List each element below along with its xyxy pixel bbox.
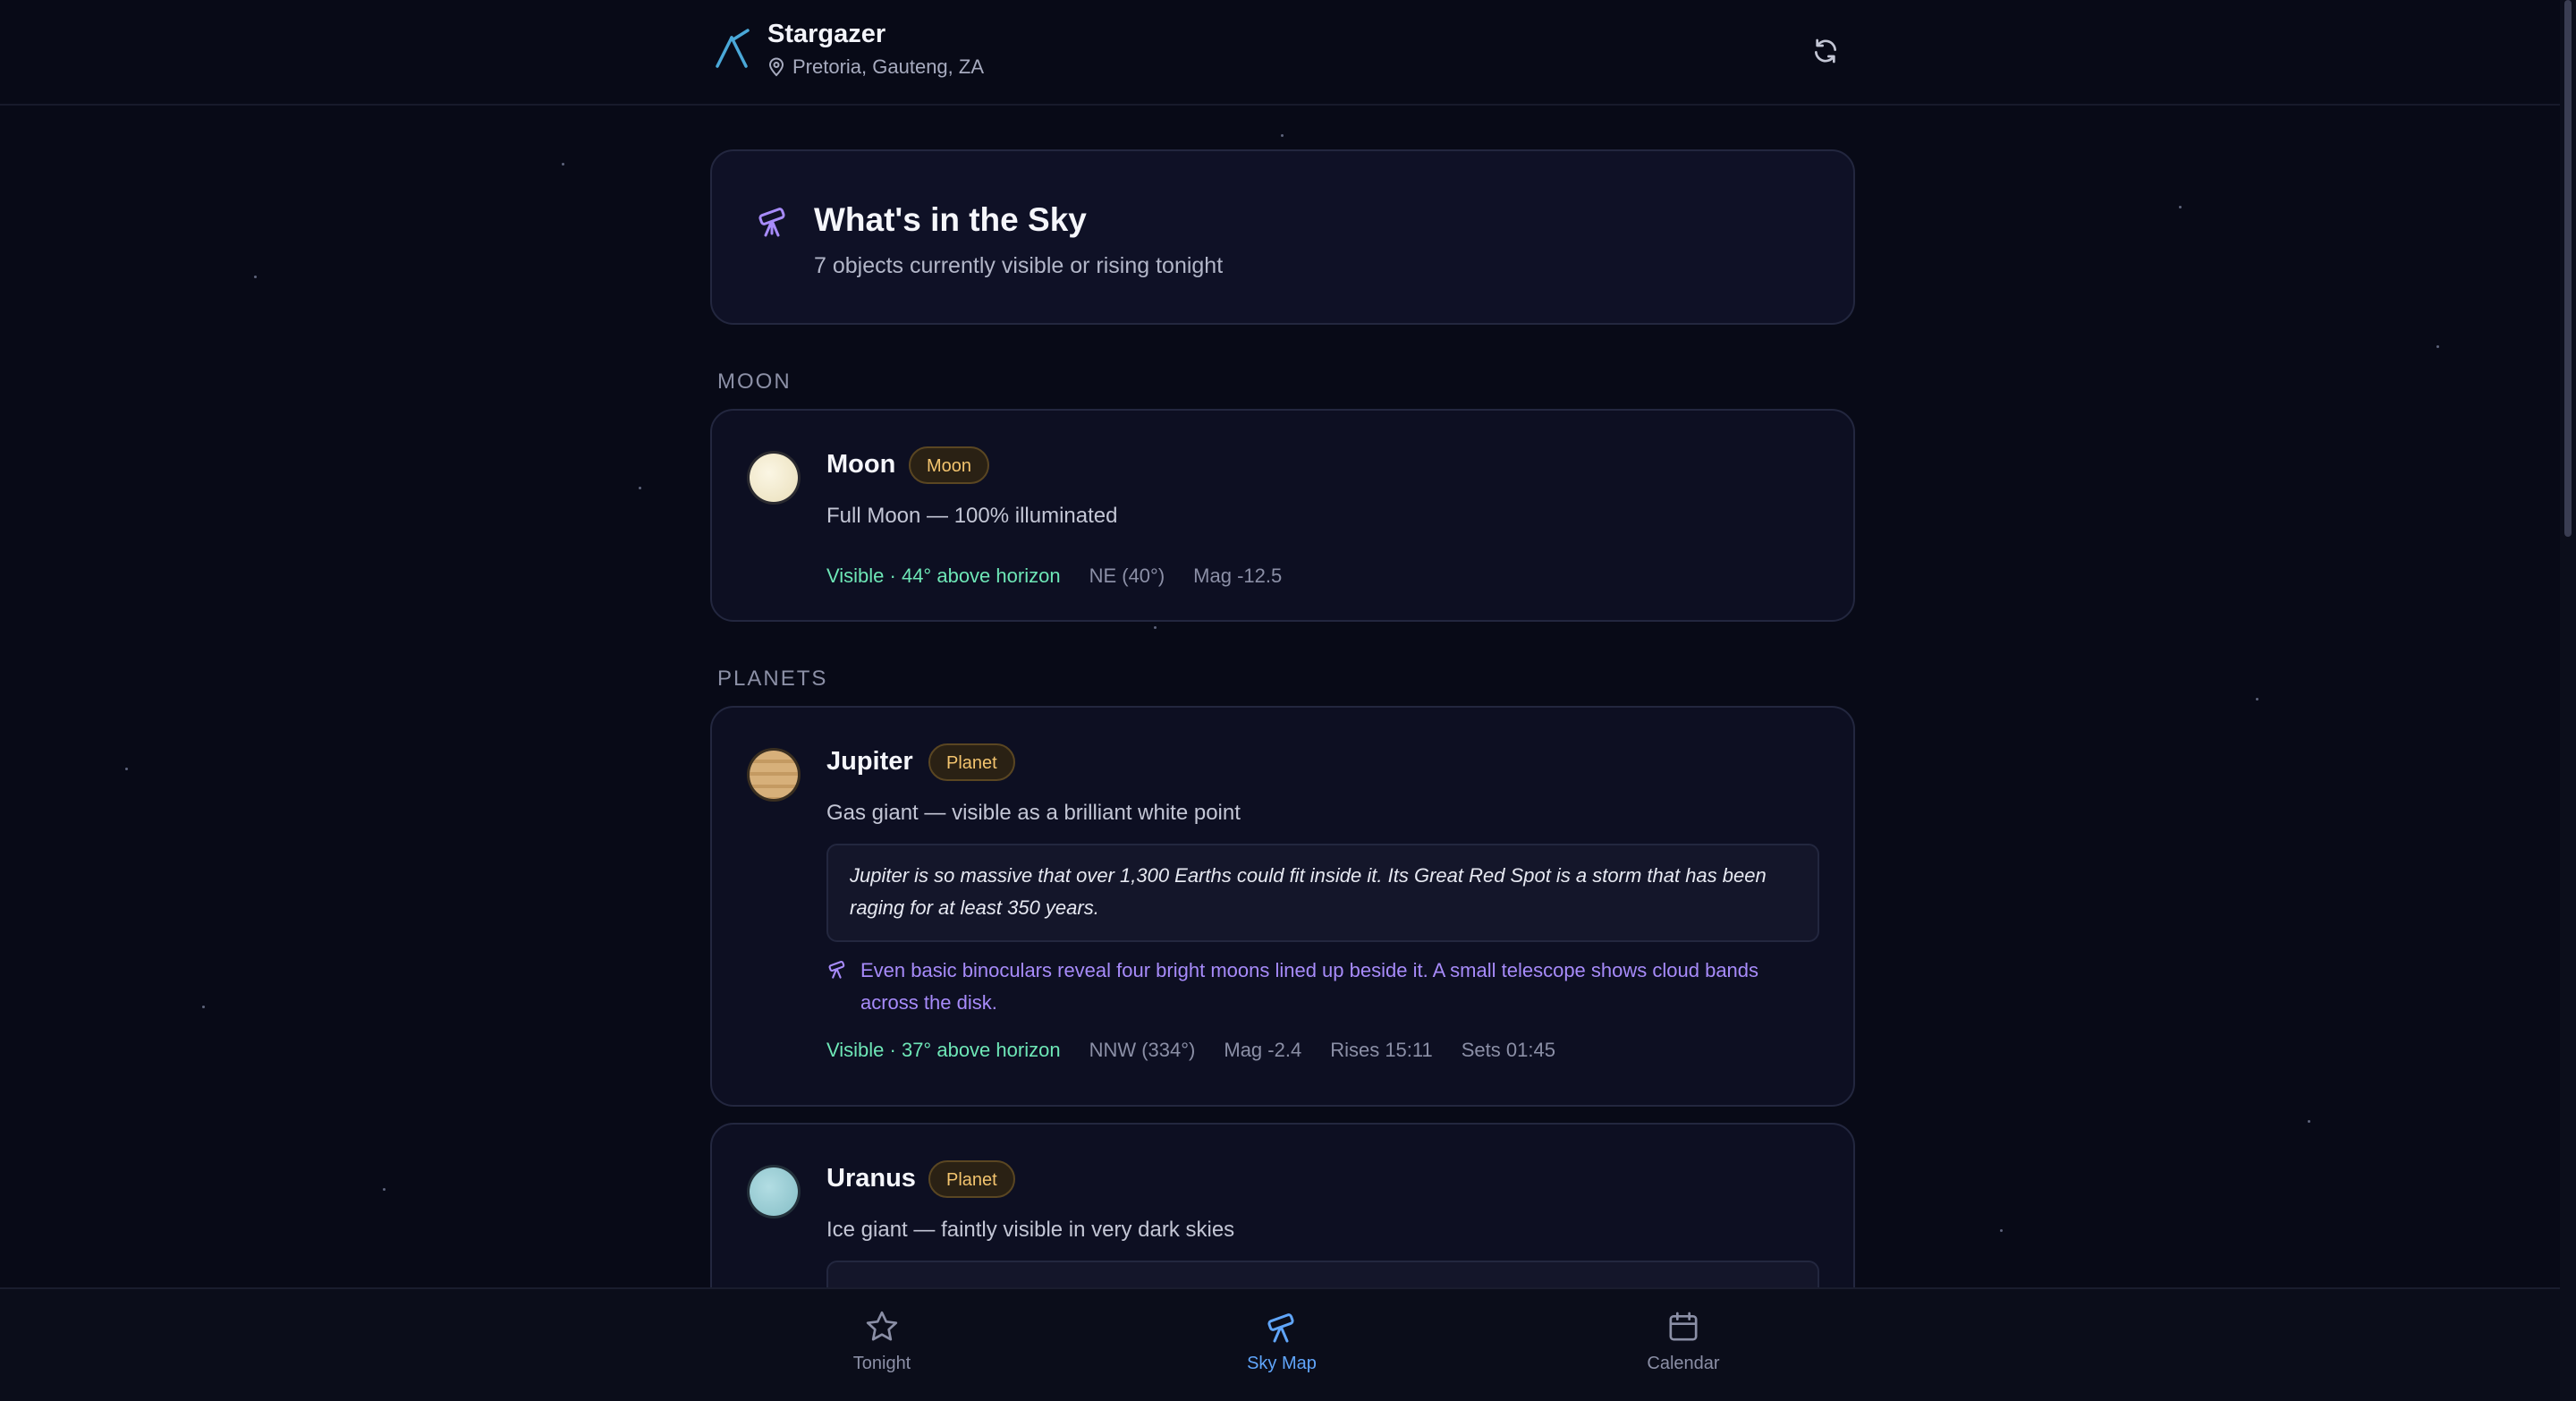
magnitude: Mag -2.4	[1224, 1039, 1302, 1061]
page-subtitle: 7 objects currently visible or rising to…	[814, 253, 1224, 278]
magnitude: Mag -12.5	[1193, 565, 1283, 587]
location-text: Pretoria, Gauteng, ZA	[792, 55, 984, 78]
visibility-status: Visible · 37° above horizon	[826, 1039, 1061, 1061]
app-root: Stargazer Pretoria, Gauteng, ZA What's i…	[0, 0, 2576, 1401]
type-badge: Moon	[909, 446, 990, 484]
page-title: What's in the Sky	[814, 201, 1087, 238]
app-header: Stargazer Pretoria, Gauteng, ZA	[0, 0, 2560, 106]
nav-label-calendar: Calendar	[1647, 1354, 1720, 1373]
telescope-icon	[716, 29, 750, 68]
nav-label-sky-map: Sky Map	[1247, 1354, 1317, 1373]
location-line: Pretoria, Gauteng, ZA	[767, 55, 984, 79]
object-name: Jupiter	[826, 747, 913, 776]
set-time: Sets 01:45	[1461, 1039, 1555, 1061]
main-content: What's in the Sky 7 objects currently vi…	[710, 149, 1855, 1401]
nav-tab-sky-map[interactable]: Sky Map	[1192, 1309, 1371, 1374]
nav-tab-calendar[interactable]: Calendar	[1594, 1309, 1773, 1374]
object-meta: Visible · 37° above horizon NNW (334°) M…	[826, 1039, 1555, 1062]
object-description: Ice giant — faintly visible in very dark…	[826, 1218, 1235, 1242]
object-name: Uranus	[826, 1164, 916, 1193]
telescope-icon	[758, 208, 785, 237]
calendar-icon	[1669, 1312, 1698, 1341]
moon-globe-icon	[750, 454, 798, 502]
scrollbar-thumb[interactable]	[2564, 0, 2572, 537]
sky-summary-card: What's in the Sky 7 objects currently vi…	[710, 149, 1855, 325]
type-badge: Planet	[928, 1160, 1015, 1198]
visibility-status: Visible · 44° above horizon	[826, 565, 1061, 587]
nav-tab-tonight[interactable]: Tonight	[792, 1309, 971, 1374]
fun-fact: Jupiter is so massive that over 1,300 Ea…	[826, 844, 1819, 942]
tip-text: Even basic binoculars reveal four bright…	[860, 959, 1759, 1014]
section-heading-planets: PLANETS	[717, 667, 828, 691]
bottom-nav: Tonight Sky Map Calendar	[0, 1287, 2560, 1401]
page-scrollbar[interactable]	[2560, 0, 2576, 1401]
uranus-globe-icon	[750, 1168, 798, 1216]
nav-label-tonight: Tonight	[852, 1354, 911, 1373]
type-badge: Planet	[928, 743, 1015, 781]
telescope-icon	[828, 960, 845, 979]
object-name: Moon	[826, 450, 896, 479]
telescope-icon	[1267, 1313, 1294, 1343]
star-icon	[866, 1311, 898, 1341]
map-pin-icon	[768, 57, 784, 77]
observing-tip: Even basic binoculars reveal four bright…	[826, 955, 1810, 1019]
object-meta: Visible · 44° above horizon NE (40°) Mag…	[826, 565, 1282, 588]
direction: NNW (334°)	[1089, 1039, 1196, 1061]
refresh-button[interactable]	[1809, 34, 1843, 68]
object-description: Full Moon — 100% illuminated	[826, 504, 1118, 528]
jupiter-globe-icon	[750, 751, 798, 799]
refresh-icon	[1815, 38, 1836, 64]
object-card-jupiter[interactable]: Jupiter Planet Gas giant — visible as a …	[710, 706, 1855, 1107]
rise-time: Rises 15:11	[1330, 1039, 1433, 1061]
section-heading-moon: MOON	[717, 369, 792, 394]
direction: NE (40°)	[1089, 565, 1165, 587]
object-card-moon[interactable]: Moon Moon Full Moon — 100% illuminated V…	[710, 409, 1855, 622]
app-title: Stargazer	[767, 20, 886, 48]
object-description: Gas giant — visible as a brilliant white…	[826, 801, 1241, 825]
